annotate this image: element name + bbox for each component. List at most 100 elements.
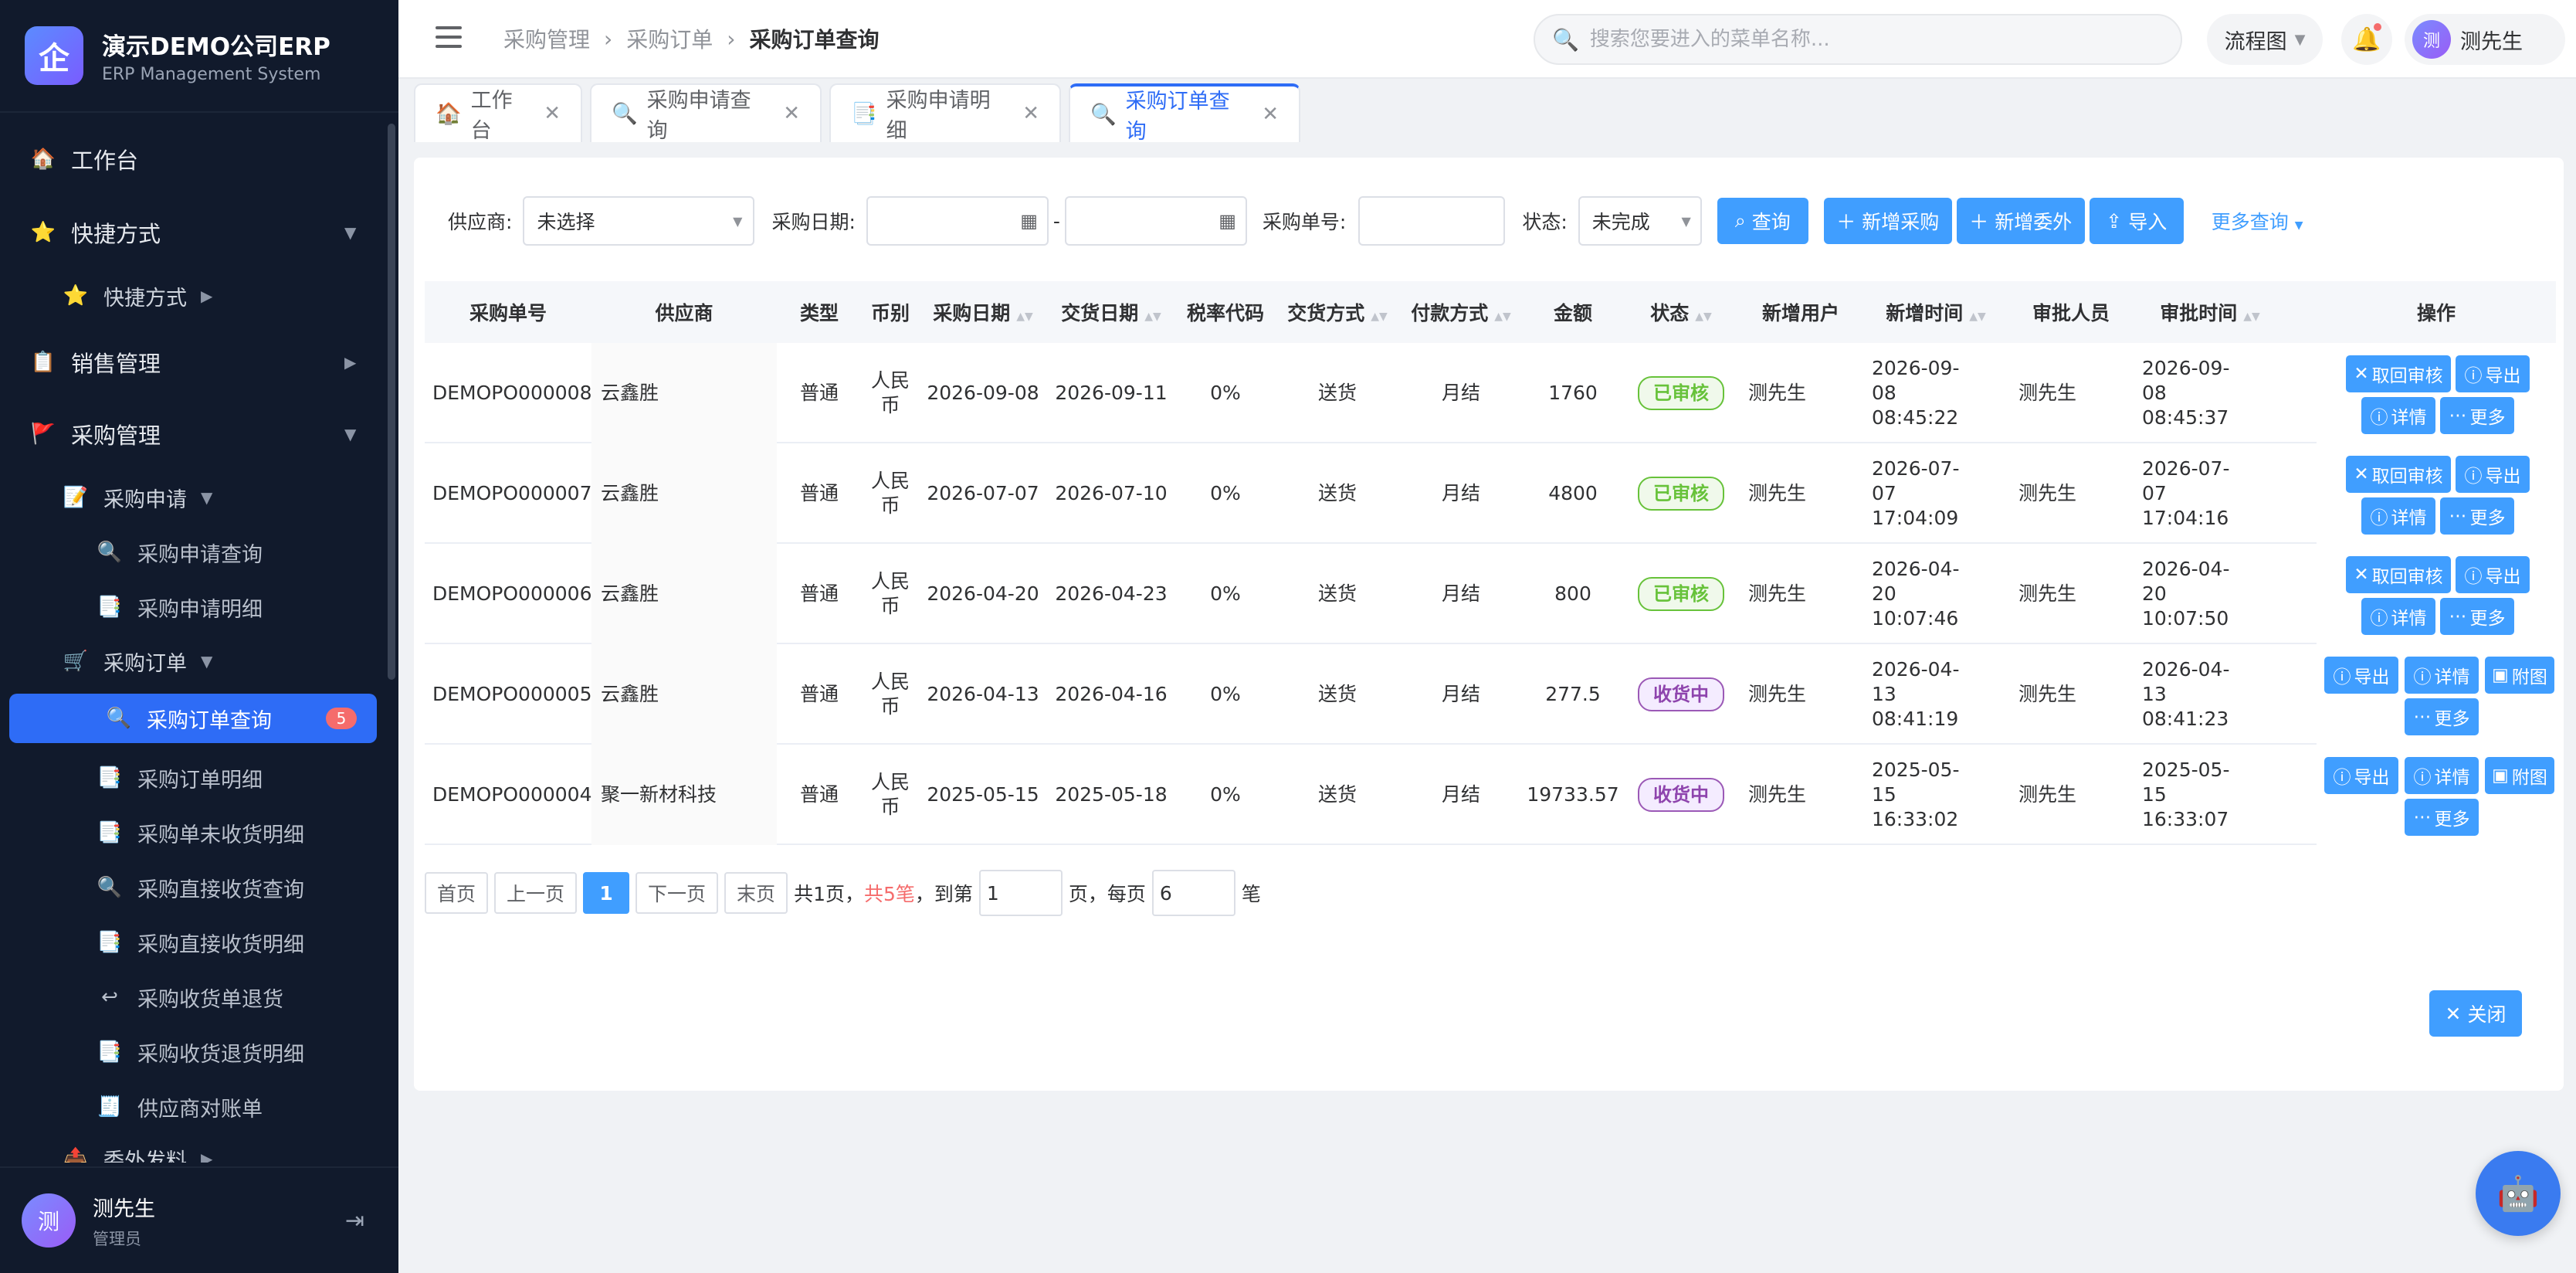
export-button[interactable]: ⓘ 导出 — [2456, 456, 2530, 493]
breadcrumb-item[interactable]: 采购订单 — [626, 23, 713, 54]
revoke-approval-button[interactable]: ✕ 取回审核 — [2346, 456, 2451, 493]
sidebar-item-purchase-order-detail[interactable]: 📑 采购订单明细 — [0, 753, 386, 803]
tab-workbench[interactable]: 🏠 工作台 ✕ — [414, 83, 582, 143]
goto-page-input[interactable]: 1 — [978, 870, 1063, 916]
export-button[interactable]: ⓘ 导出 — [2456, 556, 2530, 593]
flowchart-button[interactable]: 流程图 ▼ — [2207, 14, 2323, 65]
next-page-button[interactable]: 下一页 — [636, 872, 719, 914]
export-button[interactable]: ⓘ 导出 — [2324, 657, 2398, 694]
attachment-button[interactable]: ▣ 附图 — [2485, 757, 2554, 794]
query-button[interactable]: ⌕ 查询 — [1717, 198, 1808, 244]
table-row[interactable]: DEMOPO000004 聚一新材科技 普通 人民币 2025-05-15 2025-05… — [425, 745, 2556, 845]
order-no-input[interactable] — [1358, 196, 1506, 246]
total-pages: 共1页，共5笔，到第 — [794, 883, 973, 905]
sidebar-item-direct-receipt-query[interactable]: 🔍 采购直接收货查询 — [0, 863, 386, 912]
col-delivery-date[interactable]: 交货日期 ▲▼ — [1047, 298, 1175, 326]
sidebar-item-outsource[interactable]: 📤 委外发料 ▶ — [0, 1134, 386, 1163]
more-button[interactable]: ⋯ 更多 — [2440, 397, 2514, 434]
sidebar-item-receipt-return[interactable]: ↩ 采购收货单退货 — [0, 973, 386, 1022]
sidebar-item-supplier-statement[interactable]: 🧾 供应商对账单 — [0, 1082, 386, 1132]
top-header: 采购管理 › 采购订单 › 采购订单查询 🔍 流程图 ▼ 🔔 测 测先生 — [398, 0, 2576, 79]
detail-button[interactable]: ⓘ 详情 — [2361, 397, 2435, 434]
prev-page-button[interactable]: 上一页 — [494, 872, 578, 914]
table-row[interactable]: DEMOPO000005 云鑫胜 普通 人民币 2026-04-13 2026-04-16… — [425, 644, 2556, 745]
close-icon[interactable]: ✕ — [544, 102, 561, 125]
date-start-input[interactable]: ▦ — [866, 196, 1049, 246]
sidebar-scrollbar[interactable] — [388, 124, 395, 680]
col-payment-method[interactable]: 付款方式 ▲▼ — [1399, 298, 1523, 326]
add-purchase-button[interactable]: ＋ 新增采购 — [1823, 198, 1952, 244]
close-icon[interactable]: ✕ — [783, 102, 800, 125]
cell-type: 普通 — [799, 482, 839, 504]
header-user-menu[interactable]: 测 测先生 — [2405, 14, 2565, 65]
sidebar-item-workbench[interactable]: 🏠 工作台 — [0, 132, 386, 186]
col-purchase-date[interactable]: 采购日期 ▲▼ — [919, 298, 1047, 326]
cell-tax: 0% — [1210, 683, 1241, 705]
notification-button[interactable]: 🔔 — [2341, 14, 2392, 65]
action-label: 详情 — [2434, 768, 2470, 788]
close-icon[interactable]: ✕ — [1022, 102, 1039, 125]
assistant-bot-button[interactable]: 🤖 — [2476, 1151, 2561, 1236]
tab-label: 采购订单查询 — [1125, 90, 1230, 144]
table-row[interactable]: DEMOPO000006 云鑫胜 普通 人民币 2026-04-20 2026-04-23… — [425, 544, 2556, 644]
sidebar-item-purchase-order[interactable]: 🛒 采购订单 ▼ — [0, 636, 386, 686]
avatar[interactable]: 测 — [22, 1193, 76, 1248]
sidebar-item-return-detail[interactable]: 📑 采购收货退货明细 — [0, 1027, 386, 1077]
supplier-select[interactable]: 未选择 ▼ — [523, 196, 755, 246]
close-button[interactable]: ✕ 关闭 — [2429, 990, 2522, 1037]
last-page-button[interactable]: 末页 — [724, 872, 788, 914]
table-row[interactable]: DEMOPO000008 云鑫胜 普通 人民币 2026-09-08 2026-09-11… — [425, 343, 2556, 443]
tab-purchase-request-detail[interactable]: 📑 采购申请明细 ✕ — [829, 83, 1061, 143]
page-size-input[interactable]: 6 — [1151, 870, 1235, 916]
sidebar-item-purchase[interactable]: 🚩 采购管理 ▼ — [0, 407, 386, 461]
detail-button[interactable]: ⓘ 详情 — [2361, 497, 2435, 535]
export-button[interactable]: ⓘ 导出 — [2324, 757, 2398, 794]
more-button[interactable]: ⋯ 更多 — [2440, 497, 2514, 535]
tab-purchase-order-query[interactable]: 🔍 采购订单查询 ✕ — [1069, 83, 1300, 144]
table-row[interactable]: DEMOPO000007 云鑫胜 普通 人民币 2026-07-07 2026-07-10… — [425, 443, 2556, 544]
col-status[interactable]: 状态 ▲▼ — [1623, 298, 1739, 326]
breadcrumb-current: 采购订单查询 — [749, 27, 880, 53]
sidebar-item-purchase-request[interactable]: 📝 采购申请 ▼ — [0, 473, 386, 522]
more-button[interactable]: ⋯ 更多 — [2440, 598, 2514, 635]
more-query-link[interactable]: 更多查询 ▼ — [2212, 207, 2303, 235]
sidebar-item-purchase-request-detail[interactable]: 📑 采购申请明细 — [0, 582, 386, 632]
status-badge: 已审核 — [1638, 577, 1724, 611]
breadcrumb-item[interactable]: 采购管理 — [503, 23, 590, 54]
more-button[interactable]: ⋯ 更多 — [2405, 799, 2479, 836]
detail-button[interactable]: ⓘ 详情 — [2405, 657, 2479, 694]
revoke-approval-button[interactable]: ✕ 取回审核 — [2346, 556, 2451, 593]
tab-purchase-request-query[interactable]: 🔍 采购申请查询 ✕ — [590, 83, 822, 143]
detail-button[interactable]: ⓘ 详情 — [2405, 757, 2479, 794]
sidebar-item-shortcuts[interactable]: ⭐ 快捷方式 ▼ — [0, 205, 386, 260]
more-button[interactable]: ⋯ 更多 — [2405, 698, 2479, 735]
revoke-approval-button[interactable]: ✕ 取回审核 — [2346, 355, 2451, 392]
date-end-input[interactable]: ▦ — [1064, 196, 1247, 246]
sidebar-item-purchase-order-query[interactable]: 🔍 采购订单查询 5 — [9, 694, 377, 743]
import-button[interactable]: ⇪ 导入 — [2089, 198, 2184, 244]
col-approve-time[interactable]: 审批时间 ▲▼ — [2133, 298, 2287, 326]
export-button[interactable]: ⓘ 导出 — [2456, 355, 2530, 392]
col-delivery-method[interactable]: 交货方式 ▲▼ — [1276, 298, 1399, 326]
menu-toggle-icon[interactable] — [436, 26, 462, 48]
close-icon[interactable]: ✕ — [1262, 103, 1279, 126]
sidebar-item-direct-receipt-detail[interactable]: 📑 采购直接收货明细 — [0, 918, 386, 967]
cell-supplier: 聚一新材科技 — [591, 745, 777, 845]
page-1-button[interactable]: 1 — [583, 872, 630, 914]
action-label: 导出 — [2354, 667, 2390, 687]
sidebar-item-label: 采购订单查询 — [147, 708, 272, 733]
search-input[interactable] — [1589, 28, 2146, 51]
status-select[interactable]: 未完成 ▼ — [1578, 196, 1702, 246]
sidebar-item-sales[interactable]: 📋 销售管理 ▶ — [0, 335, 386, 389]
logout-icon[interactable]: ⇥ — [345, 1207, 364, 1234]
sidebar-item-purchase-request-query[interactable]: 🔍 采购申请查询 — [0, 528, 386, 577]
first-page-button[interactable]: 首页 — [425, 872, 489, 914]
sidebar-item-shortcuts-sub[interactable]: ⭐ 快捷方式 ▶ — [0, 271, 386, 321]
attachment-button[interactable]: ▣ 附图 — [2485, 657, 2554, 694]
action-label: 详情 — [2391, 408, 2427, 428]
add-outsource-button[interactable]: ＋ 新增委外 — [1956, 198, 2085, 244]
col-create-time[interactable]: 新增时间 ▲▼ — [1863, 298, 2009, 326]
document-icon: 📑 — [97, 1040, 123, 1064]
sidebar-item-unreceived-detail[interactable]: 📑 采购单未收货明细 — [0, 808, 386, 857]
detail-button[interactable]: ⓘ 详情 — [2361, 598, 2435, 635]
